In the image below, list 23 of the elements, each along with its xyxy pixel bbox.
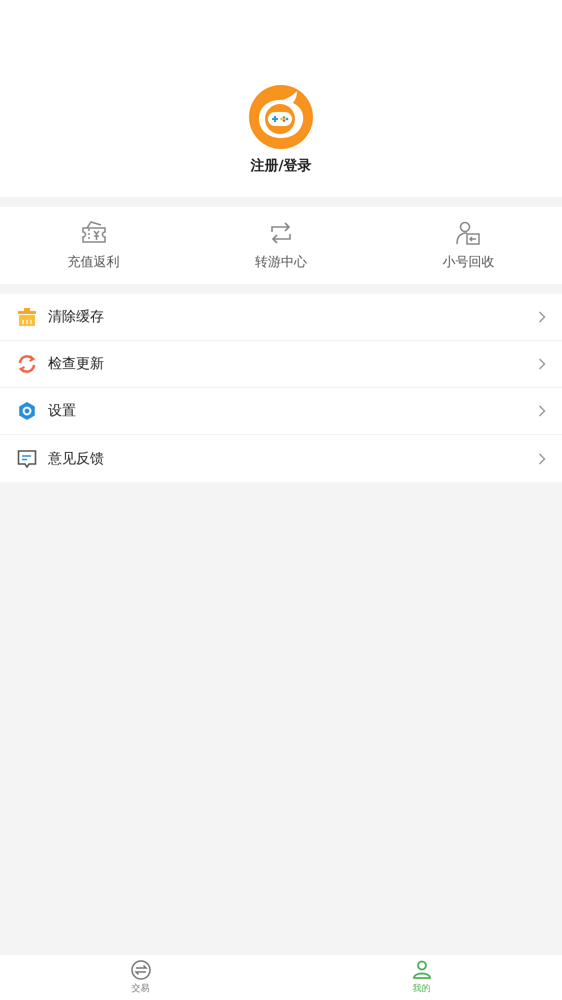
user-icon: [455, 220, 482, 244]
user-icon: [412, 960, 432, 980]
quick-action[interactable]: 充值返利: [0, 207, 188, 284]
menu-label: 清除缓存: [48, 308, 105, 326]
tab[interactable]: 交易: [0, 955, 281, 1000]
menu-label: 检查更新: [48, 355, 105, 373]
exchange-icon: [130, 960, 150, 980]
transfer-icon: [268, 220, 293, 244]
chevron-icon: [538, 311, 546, 323]
chevron-icon: [538, 405, 546, 417]
quick-action[interactable]: 小号回收: [374, 207, 562, 284]
chevron-icon: [538, 358, 546, 370]
settings-icon: [17, 401, 37, 421]
quick-action[interactable]: 转游中心: [187, 207, 375, 284]
chevron-icon: [538, 452, 546, 464]
message-icon: [17, 448, 37, 468]
refresh-icon: [17, 354, 37, 374]
ticket-icon: [80, 220, 107, 244]
login-link[interactable]: 注册/登录: [250, 157, 312, 175]
trash-icon: [17, 307, 37, 327]
app-logo: [249, 85, 313, 149]
menu-label: 意见反馈: [48, 450, 105, 468]
menu-label: 设置: [48, 402, 77, 420]
